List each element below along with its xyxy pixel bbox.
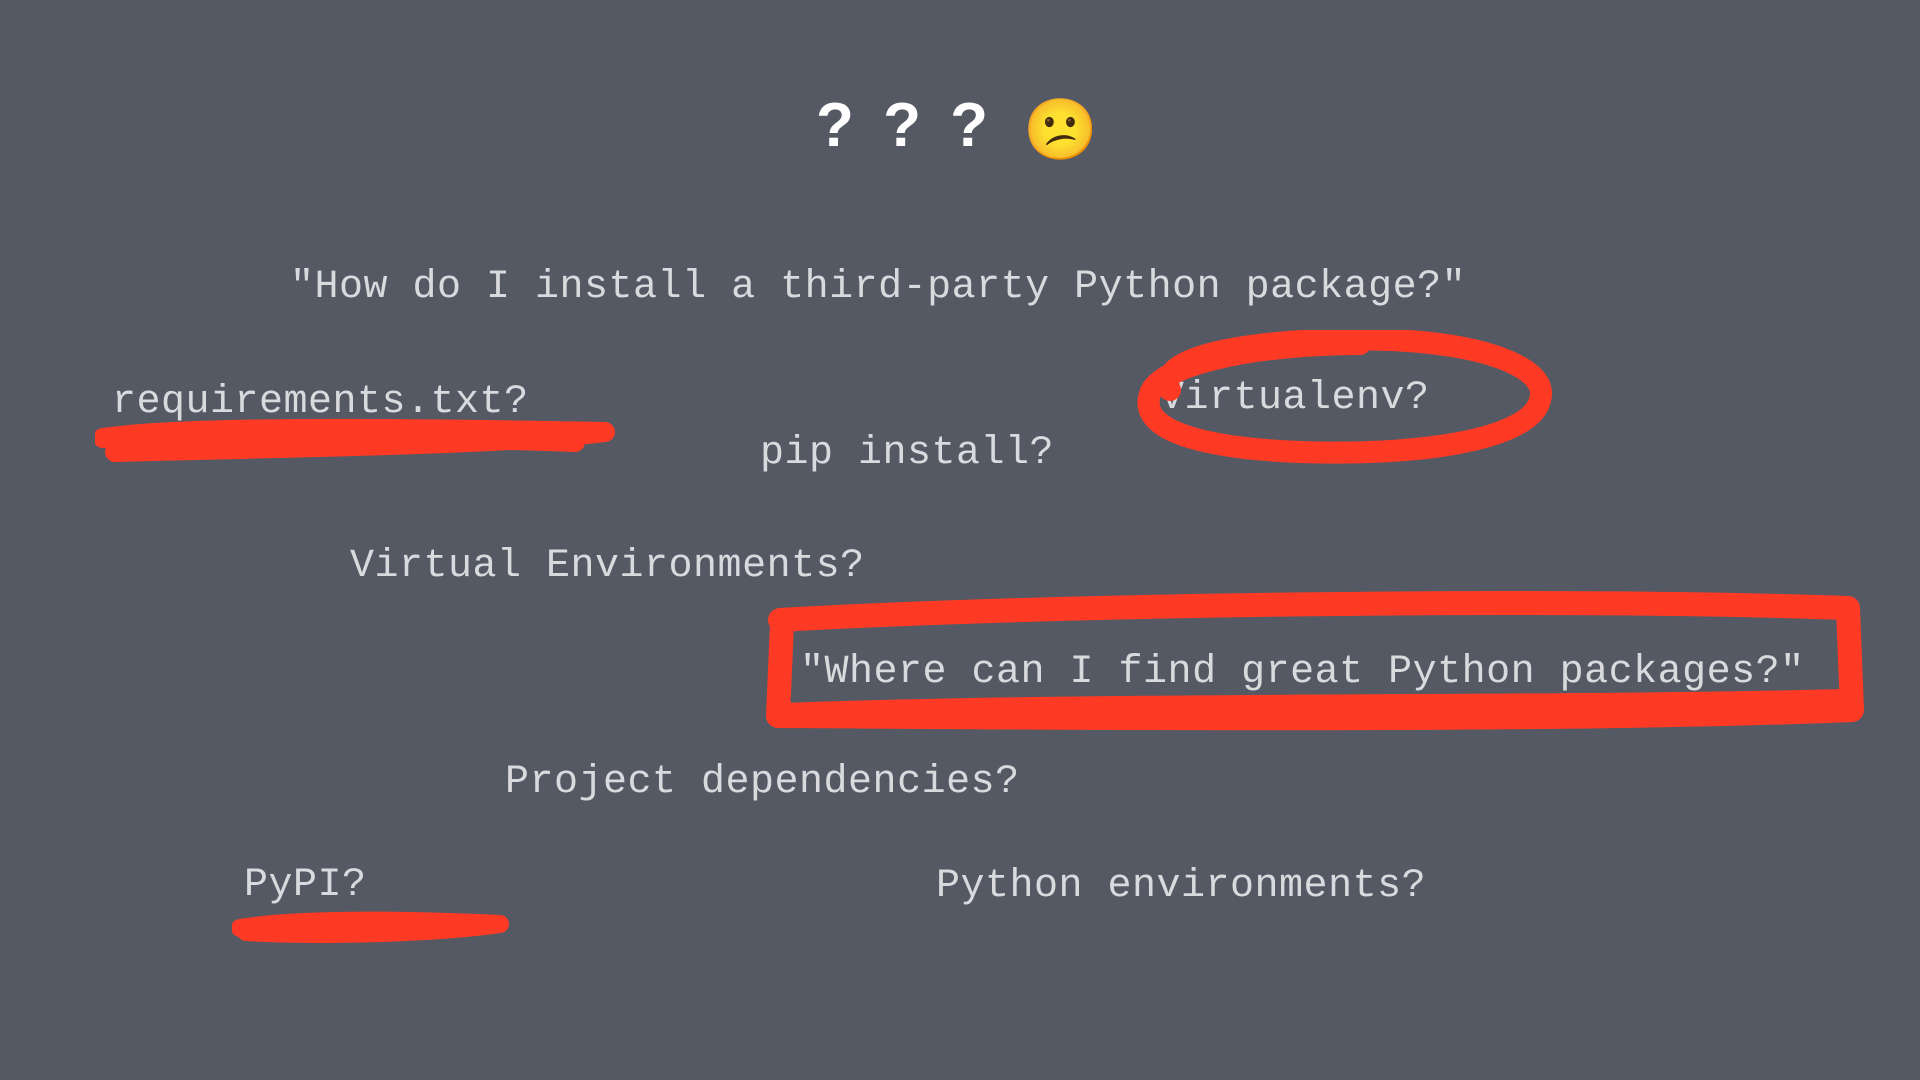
term-pypi: PyPI? <box>244 863 367 908</box>
confused-emoji-icon: 😕 <box>1023 96 1104 163</box>
term-pip-install: pip install? <box>760 431 1054 476</box>
term-requirements-txt: requirements.txt? <box>112 380 529 425</box>
question-install-package: "How do I install a third-party Python p… <box>290 265 1466 310</box>
question-find-packages: "Where can I find great Python packages?… <box>800 650 1805 695</box>
slide-title: ? ? ? 😕 <box>0 90 1920 165</box>
annotation-underline-requirements <box>95 418 625 468</box>
term-virtualenv: Virtualenv? <box>1160 376 1430 421</box>
term-python-environments: Python environments? <box>936 864 1426 909</box>
annotation-underline-pypi <box>232 910 512 946</box>
term-project-dependencies: Project dependencies? <box>505 760 1020 805</box>
title-text: ? ? ? <box>816 91 994 160</box>
term-virtual-environments: Virtual Environments? <box>350 544 865 589</box>
